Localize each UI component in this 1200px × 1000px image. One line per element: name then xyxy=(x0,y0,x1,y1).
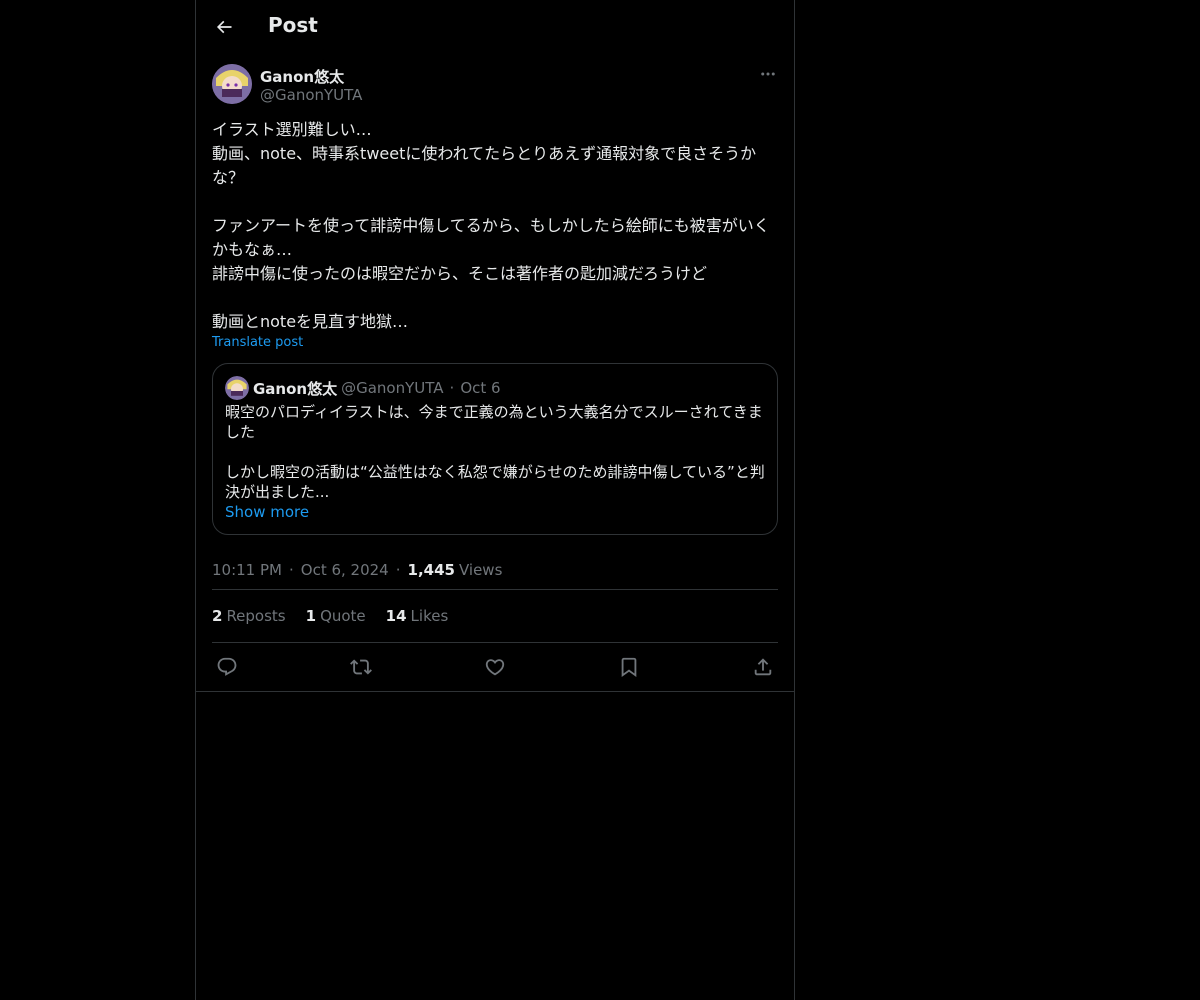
quotes-stat[interactable]: 1 Quote xyxy=(306,607,366,625)
reposts-count: 2 xyxy=(212,607,223,625)
like-button[interactable] xyxy=(484,656,506,678)
arrow-left-icon xyxy=(216,20,232,34)
more-horizontal-icon xyxy=(761,72,775,76)
header: Post xyxy=(196,0,794,54)
quote-author-name: Ganon悠太 xyxy=(253,379,338,398)
like-icon xyxy=(485,659,505,676)
post-detail-column: Post Ganon悠太 @GanonYUTA イラスト選別難しい… 動画、no… xyxy=(195,0,795,1000)
quote-avatar xyxy=(225,376,249,400)
reply-button[interactable] xyxy=(216,656,238,678)
meta-separator: · xyxy=(288,561,294,579)
meta-separator: · xyxy=(395,561,401,579)
share-icon xyxy=(754,658,772,676)
author-name[interactable]: Ganon悠太 xyxy=(260,66,344,87)
reposts-label: Reposts xyxy=(226,607,286,625)
likes-count: 14 xyxy=(385,607,407,625)
likes-label: Likes xyxy=(410,607,449,625)
stats-row: 2 Reposts 1 Quote 14 Likes xyxy=(212,590,778,642)
avatar[interactable] xyxy=(212,64,252,104)
post: Ganon悠太 @GanonYUTA イラスト選別難しい… 動画、note、時事… xyxy=(196,64,794,692)
show-more-link[interactable]: Show more xyxy=(225,502,765,522)
avatar-image xyxy=(212,64,252,104)
quotes-label: Quote xyxy=(320,607,366,625)
views-count: 1,445 xyxy=(407,561,455,579)
more-button[interactable] xyxy=(758,64,778,84)
quote-text: 暇空のパロディイラストは、今まで正義の為という大義名分でスルーされてきました し… xyxy=(225,403,765,501)
back-button[interactable] xyxy=(208,11,240,43)
quoted-post[interactable]: Ganon悠太 @GanonYUTA · Oct 6 暇空のパロディイラストは、… xyxy=(212,363,778,535)
bookmark-icon xyxy=(621,657,637,678)
author-handle[interactable]: @GanonYUTA xyxy=(260,86,362,104)
reply-icon xyxy=(217,657,237,676)
quotes-count: 1 xyxy=(305,607,317,625)
quote-author-handle: @GanonYUTA xyxy=(341,379,444,397)
avatar-image xyxy=(225,376,249,400)
page-title: Post xyxy=(268,13,318,37)
post-date[interactable]: Oct 6, 2024 xyxy=(301,561,389,579)
author-row: Ganon悠太 @GanonYUTA xyxy=(212,64,778,120)
quote-separator: · xyxy=(449,379,455,397)
bookmark-button[interactable] xyxy=(618,656,640,678)
views-label: Views xyxy=(458,561,503,579)
repost-icon xyxy=(350,659,372,675)
quote-header: Ganon悠太 @GanonYUTA · Oct 6 xyxy=(225,376,765,400)
repost-button[interactable] xyxy=(350,656,372,678)
divider xyxy=(196,691,794,692)
translate-post-link[interactable]: Translate post xyxy=(212,335,778,351)
post-time[interactable]: 10:11 PM xyxy=(212,561,282,579)
reposts-stat[interactable]: 2 Reposts xyxy=(212,607,286,625)
post-text: イラスト選別難しい… 動画、note、時事系tweetに使われてたらとりあえず通… xyxy=(212,120,770,331)
quote-date: Oct 6 xyxy=(460,379,501,397)
post-meta: 10:11 PM · Oct 6, 2024 · 1,445 Views xyxy=(212,551,778,589)
actions-row xyxy=(212,643,778,691)
likes-stat[interactable]: 14 Likes xyxy=(386,607,449,625)
share-button[interactable] xyxy=(752,656,774,678)
